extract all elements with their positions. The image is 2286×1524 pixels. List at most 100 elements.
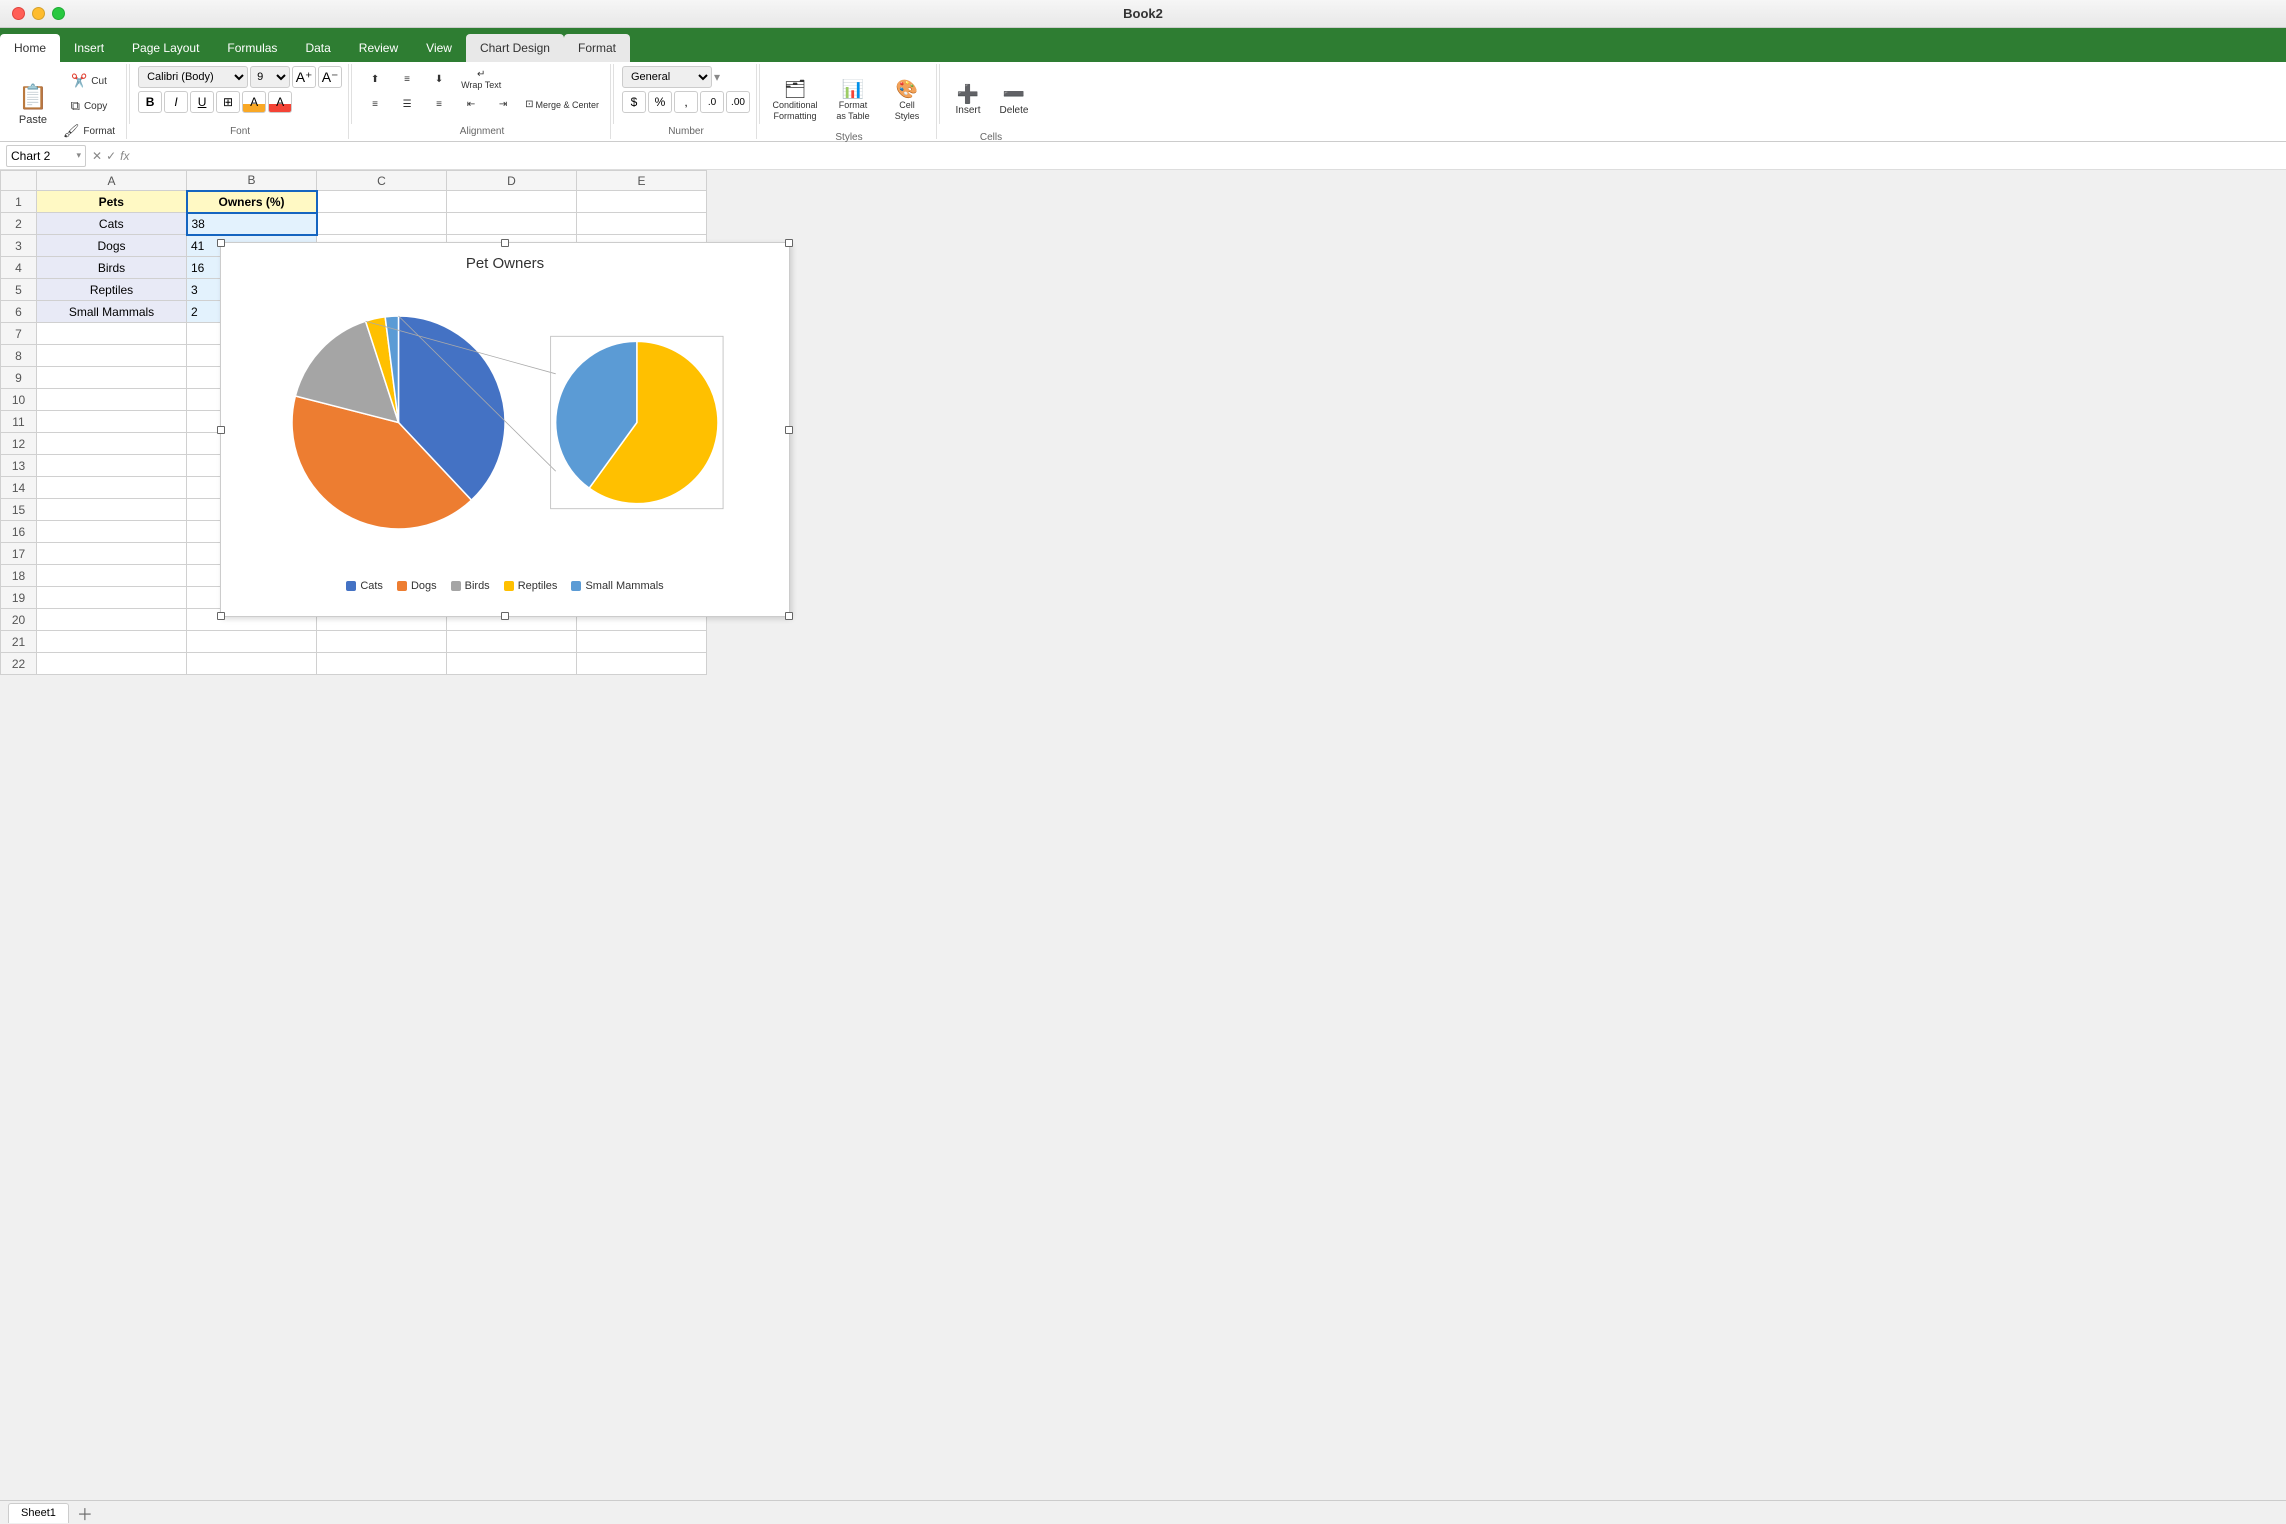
row-header-2[interactable]: 2	[1, 213, 37, 235]
align-left-button[interactable]: ≡	[360, 96, 390, 113]
paste-button[interactable]: 📋 Paste	[10, 74, 56, 134]
cell-A13[interactable]	[37, 455, 187, 477]
row-header-20[interactable]: 20	[1, 609, 37, 631]
tab-view[interactable]: View	[412, 34, 466, 62]
cell-E1[interactable]	[577, 191, 707, 213]
percent-button[interactable]: %	[648, 91, 672, 113]
cell-A8[interactable]	[37, 345, 187, 367]
cell-A18[interactable]	[37, 565, 187, 587]
col-header-e[interactable]: E	[577, 171, 707, 191]
cell-A6[interactable]: Small Mammals	[37, 301, 187, 323]
align-top-button[interactable]: ⬆	[360, 71, 390, 88]
font-size-select[interactable]: 9	[250, 66, 290, 88]
cell-D21[interactable]	[447, 631, 577, 653]
resize-handle-tr[interactable]	[785, 239, 793, 247]
insert-function-icon[interactable]: fx	[120, 149, 129, 163]
copy-button[interactable]: ⧉ Copy	[58, 95, 120, 117]
row-header-12[interactable]: 12	[1, 433, 37, 455]
col-header-b[interactable]: B	[187, 171, 317, 191]
align-bottom-button[interactable]: ⬇	[424, 71, 454, 88]
resize-handle-ml[interactable]	[217, 426, 225, 434]
tab-formulas[interactable]: Formulas	[213, 34, 291, 62]
resize-handle-br[interactable]	[785, 612, 793, 620]
increase-decimal-button[interactable]: .00	[726, 91, 750, 113]
row-header-13[interactable]: 13	[1, 455, 37, 477]
underline-button[interactable]: U	[190, 91, 214, 113]
number-format-select[interactable]: General	[622, 66, 712, 88]
cut-button[interactable]: ✂️ Cut	[58, 70, 120, 92]
delete-button[interactable]: ➖ Delete	[994, 70, 1034, 130]
minimize-button[interactable]	[32, 7, 45, 20]
insert-button[interactable]: ➕ Insert	[948, 70, 988, 130]
name-box-dropdown-icon[interactable]: ▾	[76, 150, 81, 161]
resize-handle-bm[interactable]	[501, 612, 509, 620]
increase-font-button[interactable]: A⁺	[292, 66, 316, 88]
row-header-4[interactable]: 4	[1, 257, 37, 279]
align-center-button[interactable]: ☰	[392, 96, 422, 113]
resize-handle-tm[interactable]	[501, 239, 509, 247]
resize-handle-mr[interactable]	[785, 426, 793, 434]
decrease-font-button[interactable]: A⁻	[318, 66, 342, 88]
cell-A22[interactable]	[37, 653, 187, 675]
row-header-10[interactable]: 10	[1, 389, 37, 411]
tab-page-layout[interactable]: Page Layout	[118, 34, 213, 62]
bold-button[interactable]: B	[138, 91, 162, 113]
font-name-select[interactable]: Calibri (Body)	[138, 66, 248, 88]
row-header-5[interactable]: 5	[1, 279, 37, 301]
cell-D1[interactable]	[447, 191, 577, 213]
row-header-16[interactable]: 16	[1, 521, 37, 543]
cell-A10[interactable]	[37, 389, 187, 411]
currency-button[interactable]: $	[622, 91, 646, 113]
sheet-tab-sheet1[interactable]: Sheet1	[8, 1503, 69, 1523]
format-as-table-button[interactable]: 📊 Format as Table	[826, 70, 880, 130]
chart-container[interactable]: Pet Owners CatsDogsBirdsReptilesSmall Ma…	[220, 242, 790, 617]
cell-A5[interactable]: Reptiles	[37, 279, 187, 301]
cell-D22[interactable]	[447, 653, 577, 675]
cell-A19[interactable]	[37, 587, 187, 609]
cell-E22[interactable]	[577, 653, 707, 675]
row-header-1[interactable]: 1	[1, 191, 37, 213]
cell-A2[interactable]: Cats	[37, 213, 187, 235]
decrease-decimal-button[interactable]: .0	[700, 91, 724, 113]
format-painter-button[interactable]: 🖌 Format	[58, 120, 120, 142]
confirm-formula-icon[interactable]: ✓	[106, 149, 116, 163]
conditional-formatting-button[interactable]: 🗂 Conditional Formatting	[768, 70, 822, 130]
font-color-button[interactable]: A	[268, 91, 292, 113]
cell-A3[interactable]: Dogs	[37, 235, 187, 257]
add-sheet-button[interactable]: ＋	[71, 1501, 99, 1524]
decrease-indent-button[interactable]: ⇤	[456, 96, 486, 113]
formula-input[interactable]	[135, 149, 2280, 163]
cell-E21[interactable]	[577, 631, 707, 653]
resize-handle-tl[interactable]	[217, 239, 225, 247]
cancel-formula-icon[interactable]: ✕	[92, 149, 102, 163]
increase-indent-button[interactable]: ⇥	[488, 96, 518, 113]
row-header-8[interactable]: 8	[1, 345, 37, 367]
row-header-9[interactable]: 9	[1, 367, 37, 389]
tab-home[interactable]: Home	[0, 34, 60, 62]
row-header-14[interactable]: 14	[1, 477, 37, 499]
align-right-button[interactable]: ≡	[424, 96, 454, 113]
wrap-text-button[interactable]: ↵ Wrap Text	[456, 66, 506, 93]
italic-button[interactable]: I	[164, 91, 188, 113]
cell-B22[interactable]	[187, 653, 317, 675]
cell-A9[interactable]	[37, 367, 187, 389]
close-button[interactable]	[12, 7, 25, 20]
comma-button[interactable]: ,	[674, 91, 698, 113]
row-header-18[interactable]: 18	[1, 565, 37, 587]
cell-A20[interactable]	[37, 609, 187, 631]
number-format-dropdown[interactable]: ▾	[714, 70, 720, 84]
row-header-3[interactable]: 3	[1, 235, 37, 257]
name-box[interactable]: Chart 2 ▾	[6, 145, 86, 167]
cell-C2[interactable]	[317, 213, 447, 235]
cell-A14[interactable]	[37, 477, 187, 499]
col-header-c[interactable]: C	[317, 171, 447, 191]
cell-B21[interactable]	[187, 631, 317, 653]
row-header-19[interactable]: 19	[1, 587, 37, 609]
row-header-15[interactable]: 15	[1, 499, 37, 521]
cell-A7[interactable]	[37, 323, 187, 345]
cell-A1[interactable]: Pets	[37, 191, 187, 213]
tab-insert[interactable]: Insert	[60, 34, 118, 62]
col-header-d[interactable]: D	[447, 171, 577, 191]
cell-B1[interactable]: Owners (%)	[187, 191, 317, 213]
align-middle-button[interactable]: ≡	[392, 71, 422, 88]
